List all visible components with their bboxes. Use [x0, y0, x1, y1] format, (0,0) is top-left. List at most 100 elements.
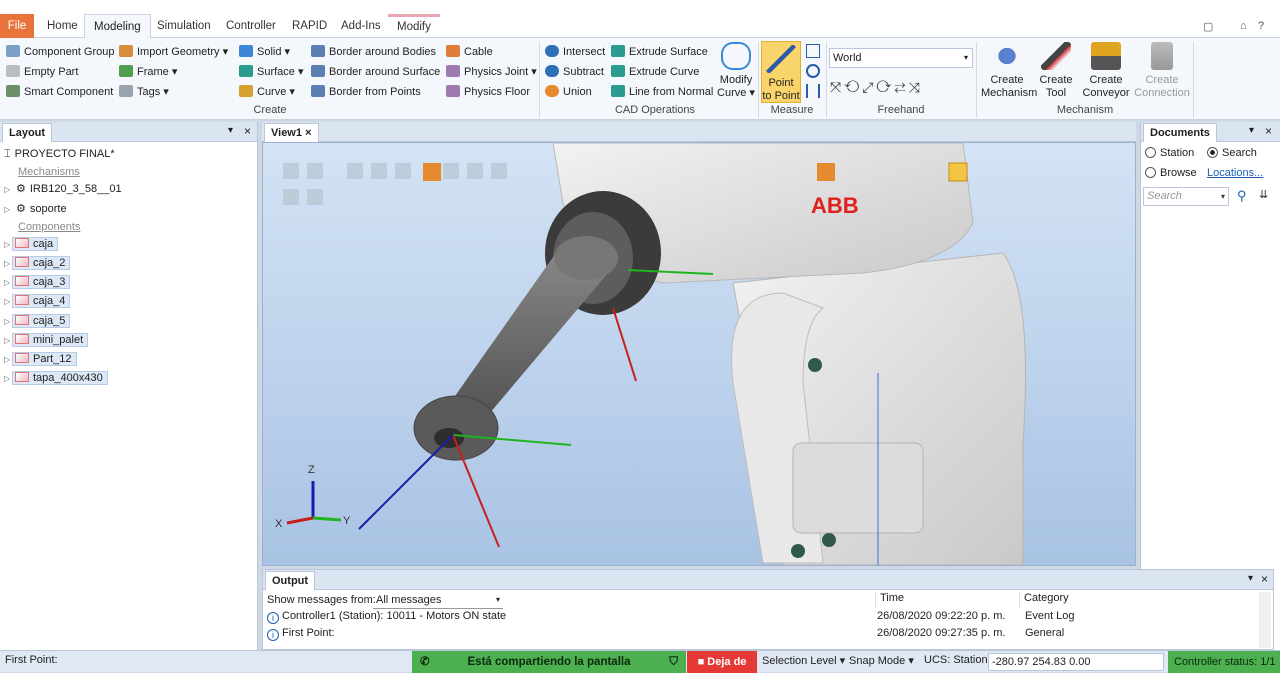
mechanism-item[interactable]: ▷ ⚙ IRB120_3_58__01 [4, 181, 122, 198]
border-around-bodies-button[interactable]: Border around Bodies [311, 43, 436, 61]
message-filter-select[interactable]: All messages ▾ [373, 592, 503, 609]
search-icon[interactable]: ⚲ [1237, 188, 1247, 204]
pin-menu-icon[interactable]: ▾ [228, 125, 233, 136]
layout-tab[interactable]: Layout [2, 123, 53, 142]
curve-button[interactable]: Curve ▾ [239, 83, 295, 101]
solid-button[interactable]: Solid ▾ [239, 43, 290, 61]
expand-icon[interactable]: ▷ [4, 236, 12, 253]
help-up-icon[interactable]: ⌂ [1240, 20, 1247, 32]
category-column-header[interactable]: Category [1019, 592, 1069, 608]
tab-file[interactable]: File [0, 14, 34, 38]
view-toolbar[interactable] [283, 163, 507, 205]
3d-viewport[interactable]: ABB Z X Y [262, 142, 1136, 566]
close-icon[interactable]: × [1261, 572, 1268, 586]
document-search-input[interactable]: Search ▾ [1143, 187, 1229, 206]
extrude-curve-button[interactable]: Extrude Curve [611, 63, 699, 81]
diameter-icon[interactable] [806, 64, 820, 78]
selection-level-dropdown[interactable]: Selection Level ▾ [762, 654, 845, 667]
tab-add-ins[interactable]: Add-Ins [332, 14, 390, 38]
close-icon[interactable]: × [305, 127, 311, 139]
help-icon[interactable]: ? [1258, 20, 1264, 32]
view1-tab[interactable]: View1 × [264, 123, 319, 142]
snap-mode-dropdown[interactable]: Snap Mode ▾ [849, 654, 914, 667]
documents-tab[interactable]: Documents [1143, 123, 1217, 142]
cable-button[interactable]: Cable [446, 43, 493, 61]
intersect-button[interactable]: Intersect [545, 43, 605, 61]
expand-icon[interactable]: ▷ [4, 201, 12, 218]
distance-icon[interactable] [806, 84, 820, 98]
expand-icon[interactable]: ▷ [4, 313, 12, 330]
robot-scene[interactable]: ABB Z X Y [263, 142, 1135, 566]
component-item[interactable]: ▷ mini_palet [4, 332, 89, 349]
expand-options-icon[interactable]: ⇊ [1259, 188, 1268, 201]
create-mechanism-button[interactable]: Create Mechanism [981, 42, 1037, 100]
tab-controller[interactable]: Controller [217, 14, 285, 38]
angle-icon[interactable] [806, 44, 820, 58]
border-around-bodies-label: Border around Bodies [329, 46, 437, 58]
locations-link[interactable]: Locations... [1207, 167, 1263, 179]
frame-button[interactable]: Frame ▾ [119, 63, 177, 81]
import-geometry-button[interactable]: Import Geometry ▾ [119, 43, 228, 61]
tab-modeling[interactable]: Modeling [84, 14, 151, 38]
station-node[interactable]: ⌶ PROYECTO FINAL* [4, 146, 115, 163]
output-scrollbar[interactable] [1259, 592, 1271, 648]
snap-icon[interactable] [948, 162, 968, 182]
component-item[interactable]: ▷ tapa_400x430 [4, 370, 108, 387]
component-item[interactable]: ▷ caja [4, 236, 59, 253]
tags-button[interactable]: Tags ▾ [119, 83, 169, 101]
line-from-normal-button[interactable]: Line from Normal [611, 83, 713, 101]
pin-menu-icon[interactable]: ▾ [1248, 573, 1253, 584]
component-group-button[interactable]: Component Group [6, 43, 115, 61]
output-row[interactable]: i Controller1 (Station): 10011 - Motors O… [267, 610, 1257, 627]
reference-select[interactable]: World ▾ [829, 48, 973, 68]
output-tab[interactable]: Output [265, 571, 316, 590]
border-around-surface-button[interactable]: Border around Surface [311, 63, 440, 81]
component-item[interactable]: ▷ caja_2 [4, 255, 71, 272]
freehand-tools[interactable]: ⤧⟲⤢⟳⇄⤨ [830, 79, 923, 96]
time-column-header[interactable]: Time [875, 592, 904, 608]
union-button[interactable]: Union [545, 83, 592, 101]
surface-button[interactable]: Surface ▾ [239, 63, 304, 81]
expand-icon[interactable]: ▷ [4, 332, 12, 349]
output-row[interactable]: i First Point: 26/08/2020 09:27:35 p. m. … [267, 627, 1257, 644]
close-icon[interactable]: × [244, 124, 251, 138]
extrude-surface-button[interactable]: Extrude Surface [611, 43, 708, 61]
stop-sharing-button[interactable]: ■ Deja de [687, 651, 757, 673]
tab-home[interactable]: Home [38, 14, 87, 38]
expand-icon[interactable]: ▷ [4, 255, 12, 272]
expand-icon[interactable]: ▷ [4, 293, 12, 310]
physics-joint-button[interactable]: Physics Joint ▾ [446, 63, 537, 81]
empty-part-button[interactable]: Empty Part [6, 63, 78, 81]
create-connection-button[interactable]: Create Connection [1134, 42, 1190, 100]
modify-curve-button[interactable]: Modify Curve ▾ [716, 42, 756, 100]
component-item[interactable]: ▷ caja_5 [4, 313, 71, 330]
tab-modify[interactable]: Modify [388, 14, 440, 38]
coordinates-field[interactable]: -280.97 254.83 0.00 [988, 653, 1164, 671]
scope-browse-radio[interactable]: Browse [1145, 167, 1197, 179]
measure-icon[interactable] [817, 163, 835, 181]
smart-component-button[interactable]: Smart Component [6, 83, 113, 101]
expand-icon[interactable]: ▷ [4, 274, 12, 291]
tab-simulation[interactable]: Simulation [148, 14, 220, 38]
expand-icon[interactable]: ▷ [4, 351, 12, 368]
create-tool-button[interactable]: Create Tool [1036, 42, 1076, 100]
scope-station-radio[interactable]: Station [1145, 147, 1194, 159]
controller-status[interactable]: Controller status: 1/1 [1168, 651, 1280, 673]
subtract-button[interactable]: Subtract [545, 63, 604, 81]
snap-object-icon[interactable] [423, 163, 441, 181]
point-to-point-button[interactable]: Point to Point [761, 41, 801, 103]
physics-floor-button[interactable]: Physics Floor [446, 83, 530, 101]
component-item[interactable]: ▷ caja_3 [4, 274, 71, 291]
expand-icon[interactable]: ▷ [4, 370, 12, 387]
expand-icon[interactable]: ▷ [4, 181, 12, 198]
mechanism-item[interactable]: ▷ ⚙ soporte [4, 201, 67, 218]
border-from-points-button[interactable]: Border from Points [311, 83, 421, 101]
close-icon[interactable]: × [1265, 124, 1272, 138]
component-item[interactable]: ▷ Part_12 [4, 351, 77, 368]
tab-rapid[interactable]: RAPID [283, 14, 336, 38]
restore-icon[interactable]: ▢ [1203, 20, 1213, 33]
create-conveyor-button[interactable]: Create Conveyor [1082, 42, 1130, 100]
pin-menu-icon[interactable]: ▾ [1249, 125, 1254, 136]
scope-search-radio[interactable]: Search [1207, 147, 1257, 159]
component-item[interactable]: ▷ caja_4 [4, 293, 71, 310]
